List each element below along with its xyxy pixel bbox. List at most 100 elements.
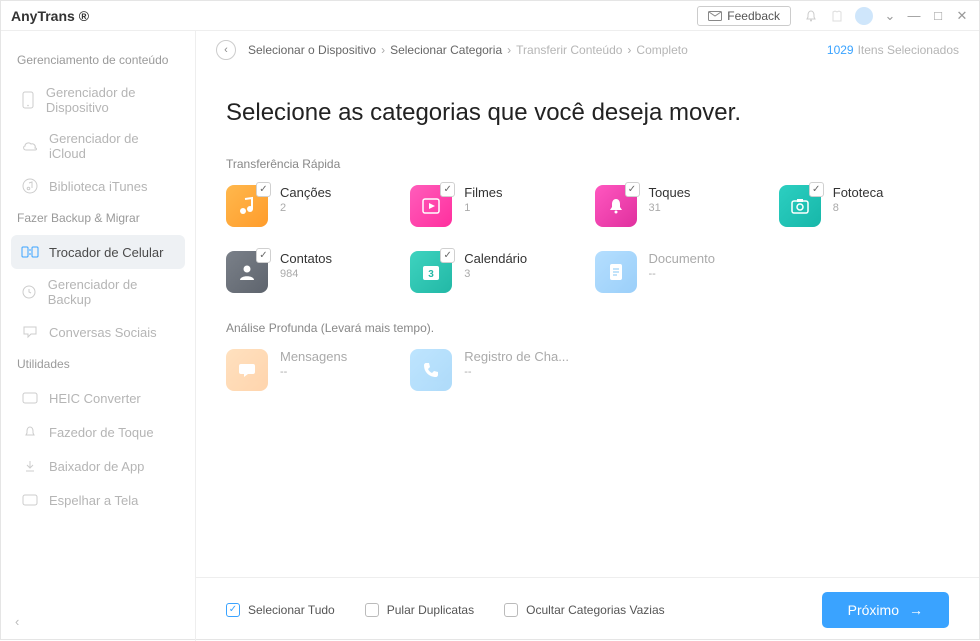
category-count: -- — [464, 366, 569, 378]
category-name: Documento — [649, 251, 715, 266]
checkbox-hide-empty[interactable]: Ocultar Categorias Vazias — [504, 603, 665, 617]
category-name: Fototeca — [833, 185, 884, 200]
chevron-down-icon[interactable]: ⌄ — [883, 8, 897, 24]
photos-icon: ✓ — [779, 185, 821, 227]
heic-icon — [21, 389, 39, 407]
category-name: Canções — [280, 185, 331, 200]
category-contacts[interactable]: ✓ Contatos984 — [226, 251, 396, 293]
sidebar-item-icloud[interactable]: Gerenciador de iCloud — [11, 123, 185, 169]
sidebar-item-heic[interactable]: HEIC Converter — [11, 381, 185, 415]
category-name: Filmes — [464, 185, 502, 200]
switch-icon — [21, 243, 39, 261]
feedback-button[interactable]: Feedback — [697, 6, 791, 26]
category-document[interactable]: Documento -- — [595, 251, 765, 293]
check-icon: ✓ — [809, 182, 824, 197]
check-icon: ✓ — [625, 182, 640, 197]
sidebar-section-backup: Fazer Backup & Migrar — [17, 211, 179, 225]
sidebar-item-ringtone[interactable]: Fazedor de Toque — [11, 415, 185, 449]
content-area: Selecione as categorias que você deseja … — [196, 69, 979, 577]
category-songs[interactable]: ✓ Canções 2 — [226, 185, 396, 227]
sidebar-section-manage: Gerenciamento de conteúdo — [17, 53, 179, 67]
checkbox-label: Ocultar Categorias Vazias — [526, 603, 665, 617]
category-count: -- — [649, 268, 715, 280]
sidebar-item-label: Biblioteca iTunes — [49, 179, 148, 194]
category-name: Toques — [649, 185, 691, 200]
ringtones-icon: ✓ — [595, 185, 637, 227]
crumb-step2[interactable]: Selecionar Categoria — [390, 43, 502, 57]
sidebar-item-backup-manager[interactable]: Gerenciador de Backup — [11, 269, 185, 315]
page-headline: Selecione as categorias que você deseja … — [226, 99, 949, 127]
sidebar-item-phone-switcher[interactable]: Trocador de Celular — [11, 235, 185, 269]
footer-bar: ✓ Selecionar Tudo Pular Duplicatas Ocult… — [196, 577, 979, 641]
sidebar-item-mirror[interactable]: Espelhar a Tela — [11, 483, 185, 517]
checkbox-select-all[interactable]: ✓ Selecionar Tudo — [226, 603, 335, 617]
crumb-step1[interactable]: Selecionar o Dispositivo — [248, 43, 376, 57]
download-icon — [21, 457, 39, 475]
sidebar-collapse-button[interactable]: ‹ — [15, 614, 19, 629]
sidebar-item-app-downloader[interactable]: Baixador de App — [11, 449, 185, 483]
music-note-icon — [21, 177, 39, 195]
minimize-button[interactable]: — — [907, 8, 921, 23]
back-button[interactable]: ‹ — [216, 40, 236, 60]
checkbox-icon: ✓ — [226, 603, 240, 617]
sidebar-item-label: Trocador de Celular — [49, 245, 163, 260]
titlebar-icons: ⌄ — □ ✕ — [803, 7, 969, 25]
sidebar-item-label: HEIC Converter — [49, 391, 141, 406]
category-count: 2 — [280, 202, 331, 214]
category-calendar[interactable]: 3 ✓ Calendário 3 — [410, 251, 580, 293]
shirt-icon[interactable] — [829, 8, 845, 24]
close-button[interactable]: ✕ — [955, 8, 969, 24]
sidebar-item-label: Gerenciador de Backup — [48, 277, 175, 307]
category-ringtones[interactable]: ✓ Toques31 — [595, 185, 765, 227]
sidebar-item-itunes[interactable]: Biblioteca iTunes — [11, 169, 185, 203]
checkbox-icon — [504, 603, 518, 617]
phone-icon — [21, 91, 36, 109]
sidebar-item-device-manager[interactable]: Gerenciador de Dispositivo — [11, 77, 185, 123]
chevron-right-icon: › — [627, 43, 631, 57]
group-quick-label: Transferência Rápida — [226, 157, 949, 171]
phone-call-icon — [410, 349, 452, 391]
sidebar-item-label: Baixador de App — [49, 459, 144, 474]
sidebar-item-label: Espelhar a Tela — [49, 493, 138, 508]
app-title: AnyTrans ® — [11, 8, 89, 24]
category-name: Calendário — [464, 251, 527, 266]
bell-icon[interactable] — [803, 8, 819, 24]
next-button[interactable]: Próximo → — [822, 592, 949, 628]
checkbox-icon — [365, 603, 379, 617]
contacts-icon: ✓ — [226, 251, 268, 293]
selected-count-label: Itens Selecionados — [858, 43, 959, 57]
category-messages[interactable]: Mensagens-- — [226, 349, 396, 391]
document-icon — [595, 251, 637, 293]
category-movies[interactable]: ✓ Filmes1 — [410, 185, 580, 227]
main-panel: ‹ Selecionar o Dispositivo › Selecionar … — [196, 31, 979, 641]
maximize-button[interactable]: □ — [931, 8, 945, 23]
category-grid-deep: Mensagens-- Registro de Cha...-- — [226, 349, 949, 391]
calendar-icon: 3 ✓ — [410, 251, 452, 293]
checkbox-label: Selecionar Tudo — [248, 603, 335, 617]
next-button-label: Próximo — [848, 602, 899, 618]
titlebar: AnyTrans ® Feedback ⌄ — □ ✕ — [1, 1, 979, 31]
category-name: Contatos — [280, 251, 332, 266]
crumb-step4: Completo — [636, 43, 687, 57]
check-icon: ✓ — [256, 248, 271, 263]
check-icon: ✓ — [256, 182, 271, 197]
sidebar-item-label: Gerenciador de Dispositivo — [46, 85, 175, 115]
checkbox-label: Pular Duplicatas — [387, 603, 474, 617]
sidebar-item-label: Conversas Sociais — [49, 325, 157, 340]
category-grid-quick: ✓ Canções 2 ✓ Filmes1 ✓ Toques — [226, 185, 949, 293]
sidebar-item-social[interactable]: Conversas Sociais — [11, 315, 185, 349]
checkbox-skip-duplicates[interactable]: Pular Duplicatas — [365, 603, 474, 617]
selected-count: 1029 — [827, 43, 854, 57]
category-count: 3 — [464, 268, 527, 280]
check-icon: ✓ — [440, 182, 455, 197]
avatar[interactable] — [855, 7, 873, 25]
cloud-icon — [21, 137, 39, 155]
category-photos[interactable]: ✓ Fototeca 8 — [779, 185, 949, 227]
screen-icon — [21, 491, 39, 509]
messages-icon — [226, 349, 268, 391]
feedback-label: Feedback — [727, 9, 780, 23]
chevron-right-icon: › — [507, 43, 511, 57]
crumb-step3: Transferir Conteúdo — [516, 43, 622, 57]
category-call-log[interactable]: Registro de Cha...-- — [410, 349, 580, 391]
category-count: 8 — [833, 202, 884, 214]
